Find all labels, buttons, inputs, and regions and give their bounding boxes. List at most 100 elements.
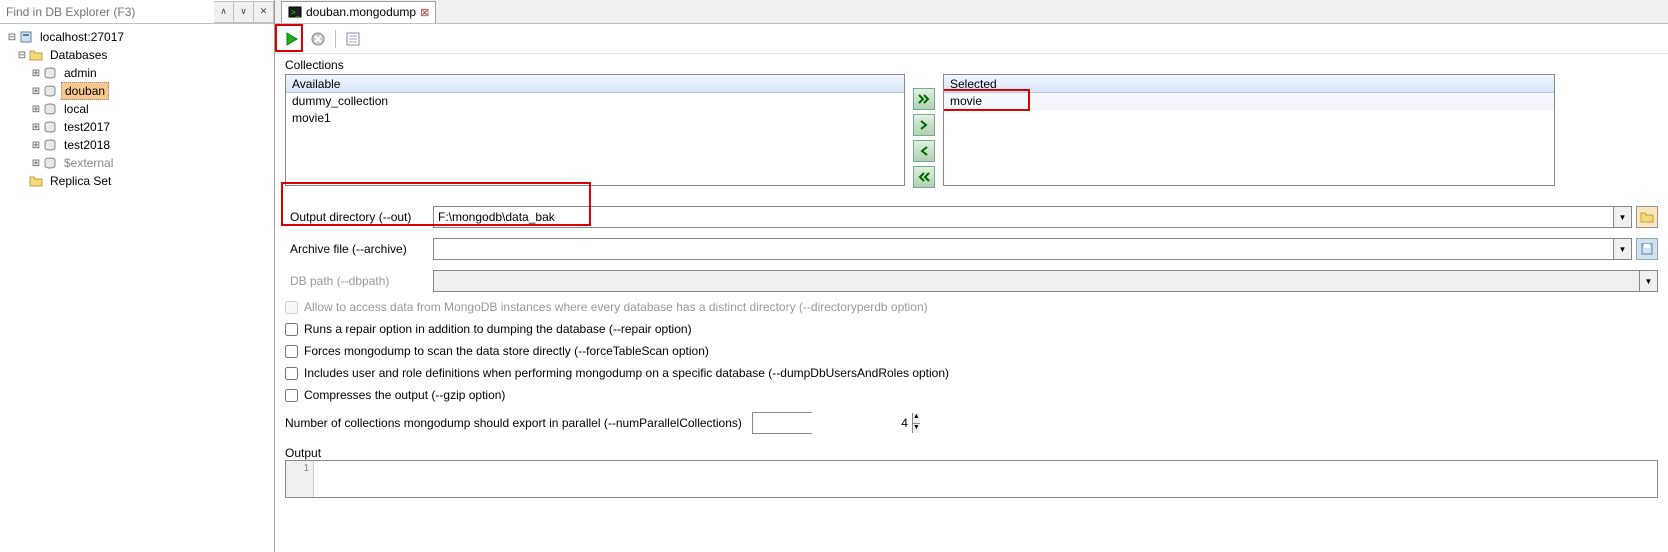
output-dir-label: Output directory (--out) <box>285 207 433 227</box>
dbpath-input <box>434 271 1639 291</box>
tree-replica-node[interactable]: ⊞ Replica Set <box>2 172 272 190</box>
repair-checkbox[interactable] <box>285 323 298 336</box>
collections-label: Collections <box>285 58 1658 72</box>
move-left-button[interactable] <box>913 140 935 162</box>
db-label: local <box>61 101 92 117</box>
browse-folder-button[interactable] <box>1636 206 1658 228</box>
dropdown-arrow-icon: ▼ <box>1639 271 1657 291</box>
main-panel: >_ douban.mongodump ⊠ Collections Availa… <box>275 0 1668 552</box>
find-bar: ∧ ∨ ✕ <box>0 0 274 24</box>
forcetablescan-check-row[interactable]: Forces mongodump to scan the data store … <box>285 344 1658 358</box>
output-content <box>314 461 1657 497</box>
archive-save-button[interactable] <box>1636 238 1658 260</box>
db-label: test2017 <box>61 119 113 135</box>
dbpath-label: DB path (--dbpath) <box>285 271 433 291</box>
selected-header: Selected <box>944 75 1554 93</box>
find-close-button[interactable]: ✕ <box>254 1 274 23</box>
output-label: Output <box>285 446 1658 460</box>
folder-icon <box>28 47 44 63</box>
svg-text:>_: >_ <box>291 8 301 17</box>
parallel-spinner[interactable]: ▲ ▼ <box>752 412 812 434</box>
server-icon <box>18 29 34 45</box>
toggle-icon[interactable]: ⊟ <box>16 50 28 61</box>
parallel-input[interactable] <box>753 413 912 433</box>
content-area: Collections Available dummy_collection m… <box>275 54 1668 552</box>
db-label: $external <box>61 155 116 171</box>
gzip-checkbox[interactable] <box>285 389 298 402</box>
tree-db-test2017[interactable]: ⊞ test2017 <box>2 118 272 136</box>
line-gutter: 1 <box>286 461 314 497</box>
db-label: douban <box>61 82 109 100</box>
output-dir-row: Output directory (--out) ▼ <box>285 206 1658 228</box>
output-dir-input[interactable] <box>434 207 1613 227</box>
list-item[interactable]: movie1 <box>286 110 904 127</box>
list-item[interactable]: dummy_collection <box>286 93 904 110</box>
spin-down-button[interactable]: ▼ <box>913 424 920 434</box>
output-textarea[interactable]: 1 <box>285 460 1658 498</box>
find-input[interactable] <box>0 1 214 23</box>
move-right-button[interactable] <box>913 114 935 136</box>
toggle-icon[interactable]: ⊟ <box>6 32 18 43</box>
db-label: test2018 <box>61 137 113 153</box>
repair-check-row[interactable]: Runs a repair option in addition to dump… <box>285 322 1658 336</box>
toggle-icon[interactable]: ⊞ <box>30 86 42 97</box>
tree-db-test2018[interactable]: ⊞ test2018 <box>2 136 272 154</box>
available-header: Available <box>286 75 904 93</box>
archive-input[interactable] <box>434 239 1613 259</box>
move-all-right-button[interactable] <box>913 88 935 110</box>
toggle-icon[interactable]: ⊞ <box>30 104 42 115</box>
toggle-icon[interactable]: ⊞ <box>30 68 42 79</box>
dumpusers-label: Includes user and role definitions when … <box>304 366 949 380</box>
selected-listbox[interactable]: Selected movie <box>943 74 1555 186</box>
find-next-button[interactable]: ∨ <box>234 1 254 23</box>
terminal-icon: >_ <box>288 5 302 19</box>
list-item[interactable]: movie <box>944 93 1554 110</box>
output-section: Output 1 <box>285 446 1658 498</box>
dropdown-arrow-icon[interactable]: ▼ <box>1613 239 1631 259</box>
dumpusers-checkbox[interactable] <box>285 367 298 380</box>
forcetablescan-checkbox[interactable] <box>285 345 298 358</box>
tree-db-external[interactable]: ⊞ $external <box>2 154 272 172</box>
host-label: localhost:27017 <box>37 29 127 45</box>
toggle-icon[interactable]: ⊞ <box>30 122 42 133</box>
db-tree[interactable]: ⊟ localhost:27017 ⊟ Databases ⊞ admin ⊞ … <box>0 24 274 552</box>
replica-label: Replica Set <box>47 173 114 189</box>
directoryperdb-label: Allow to access data from MongoDB instan… <box>304 300 928 314</box>
move-all-left-button[interactable] <box>913 166 935 188</box>
tree-host-node[interactable]: ⊟ localhost:27017 <box>2 28 272 46</box>
repair-label: Runs a repair option in addition to dump… <box>304 322 692 336</box>
db-label: admin <box>61 65 100 81</box>
available-listbox[interactable]: Available dummy_collection movie1 <box>285 74 905 186</box>
tree-db-douban[interactable]: ⊞ douban <box>2 82 272 100</box>
dbpath-input-wrap: ▼ <box>433 270 1658 292</box>
database-icon <box>42 101 58 117</box>
tab-mongodump[interactable]: >_ douban.mongodump ⊠ <box>281 1 436 23</box>
spin-up-button[interactable]: ▲ <box>913 413 920 424</box>
close-icon[interactable]: ⊠ <box>420 6 429 19</box>
archive-row: Archive file (--archive) ▼ <box>285 238 1658 260</box>
folder-icon <box>28 173 44 189</box>
archive-label: Archive file (--archive) <box>285 239 433 259</box>
transfer-buttons <box>913 74 935 188</box>
forcetablescan-label: Forces mongodump to scan the data store … <box>304 344 709 358</box>
log-button[interactable] <box>342 28 364 50</box>
output-dir-input-wrap: ▼ <box>433 206 1632 228</box>
toggle-icon[interactable]: ⊞ <box>30 140 42 151</box>
toolbar <box>275 24 1668 54</box>
toggle-icon[interactable]: ⊞ <box>30 158 42 169</box>
tab-title: douban.mongodump <box>306 5 416 19</box>
gzip-label: Compresses the output (--gzip option) <box>304 388 505 402</box>
tree-db-admin[interactable]: ⊞ admin <box>2 64 272 82</box>
run-button[interactable] <box>281 28 303 50</box>
tree-db-local[interactable]: ⊞ local <box>2 100 272 118</box>
parallel-row: Number of collections mongodump should e… <box>285 412 1658 434</box>
find-prev-button[interactable]: ∧ <box>214 1 234 23</box>
tree-databases-node[interactable]: ⊟ Databases <box>2 46 272 64</box>
gzip-check-row[interactable]: Compresses the output (--gzip option) <box>285 388 1658 402</box>
database-icon <box>42 155 58 171</box>
dropdown-arrow-icon[interactable]: ▼ <box>1613 207 1631 227</box>
tab-bar: >_ douban.mongodump ⊠ <box>275 0 1668 24</box>
stop-button[interactable] <box>307 28 329 50</box>
dumpusers-check-row[interactable]: Includes user and role definitions when … <box>285 366 1658 380</box>
database-icon <box>42 83 58 99</box>
